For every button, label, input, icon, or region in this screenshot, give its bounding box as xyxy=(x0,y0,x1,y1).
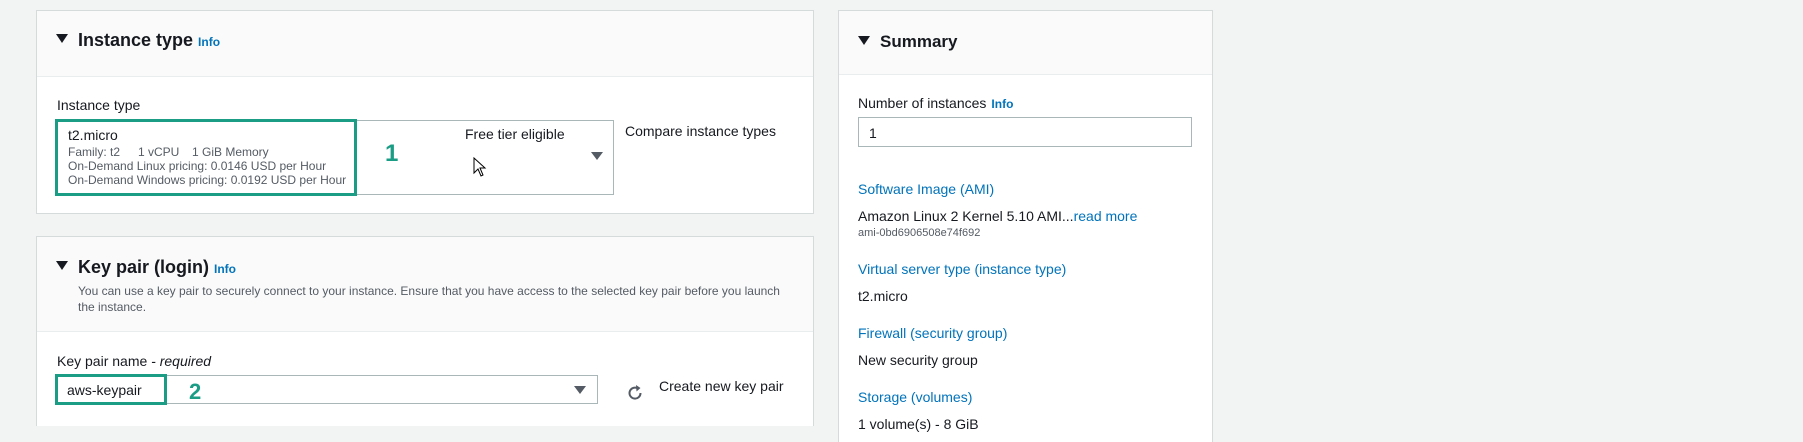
key-pair-label-text: Key pair name xyxy=(57,353,148,369)
instance-family: Family: t2 xyxy=(68,145,121,159)
required-label: - required xyxy=(151,353,212,369)
summary-title: Summary xyxy=(880,32,958,51)
info-link[interactable]: Info xyxy=(198,35,220,49)
instance-type-summary-value: t2.micro xyxy=(858,288,908,304)
refresh-icon[interactable] xyxy=(625,383,645,403)
firewall-link[interactable]: Firewall (security group) xyxy=(858,325,1007,341)
info-link[interactable]: Info xyxy=(214,262,236,276)
annotation-number-2: 2 xyxy=(189,379,202,404)
annotation-number-1: 1 xyxy=(385,140,399,167)
key-pair-title: Key pair (login) Info xyxy=(78,257,236,278)
create-new-key-pair-link[interactable]: Create new key pair xyxy=(659,378,784,394)
selected-instance-highlight[interactable]: t2.micro Family: t2 1 vCPU 1 GiB Memory … xyxy=(55,119,357,196)
firewall-value: New security group xyxy=(858,352,978,368)
linux-pricing: On-Demand Linux pricing: 0.0146 USD per … xyxy=(68,159,327,173)
collapse-triangle-icon[interactable] xyxy=(56,34,68,43)
ami-link[interactable]: Software Image (AMI) xyxy=(858,181,994,197)
instance-type-header: Instance type Info xyxy=(37,11,813,77)
read-more-link[interactable]: read more xyxy=(1074,208,1138,224)
chevron-down-icon[interactable] xyxy=(591,152,603,160)
key-pair-value: aws-keypair xyxy=(67,382,142,398)
num-instances-text: Number of instances xyxy=(858,95,987,111)
collapse-triangle-icon[interactable] xyxy=(858,36,870,45)
section-title-text: Key pair (login) xyxy=(78,257,210,277)
ami-value: Amazon Linux 2 Kernel 5.10 AMI...read mo… xyxy=(858,208,1137,224)
instance-vcpu: 1 vCPU xyxy=(138,145,180,159)
collapse-triangle-icon[interactable] xyxy=(56,261,68,270)
instance-type-panel: Instance type Info Instance type Free tie… xyxy=(36,10,814,214)
mouse-cursor-icon xyxy=(473,157,487,177)
free-tier-badge: Free tier eligible xyxy=(465,126,565,142)
info-link[interactable]: Info xyxy=(991,97,1013,111)
ami-value-text: Amazon Linux 2 Kernel 5.10 AMI... xyxy=(858,208,1074,224)
storage-value: 1 volume(s) - 8 GiB xyxy=(858,416,979,432)
compare-instance-types-link[interactable]: Compare instance types xyxy=(625,123,776,139)
storage-link[interactable]: Storage (volumes) xyxy=(858,389,972,405)
key-pair-description: You can use a key pair to securely conne… xyxy=(78,284,780,314)
instance-type-title: Instance type Info xyxy=(78,30,220,51)
instance-type-summary-link[interactable]: Virtual server type (instance type) xyxy=(858,261,1066,277)
section-title-text: Instance type xyxy=(78,30,194,50)
instance-memory: 1 GiB Memory xyxy=(192,145,269,159)
ami-id: ami-0bd6906508e74f692 xyxy=(858,227,981,239)
windows-pricing: On-Demand Windows pricing: 0.0192 USD pe… xyxy=(68,173,347,187)
instance-name: t2.micro xyxy=(68,127,118,143)
key-pair-header: Key pair (login) Info You can use a key p… xyxy=(37,237,813,332)
key-pair-value-highlight[interactable]: aws-keypair xyxy=(55,374,167,405)
summary-panel: Summary Number of instances Info 1 Softwa… xyxy=(838,10,1213,442)
key-pair-field-label: Key pair name - required xyxy=(57,353,211,369)
instance-type-field-label: Instance type xyxy=(57,97,141,113)
key-pair-panel: Key pair (login) Info You can use a key p… xyxy=(36,236,814,426)
number-of-instances-label: Number of instances Info xyxy=(858,95,1013,111)
number-of-instances-input[interactable]: 1 xyxy=(858,117,1192,147)
chevron-down-icon[interactable] xyxy=(574,386,586,394)
summary-header: Summary xyxy=(839,11,1212,75)
